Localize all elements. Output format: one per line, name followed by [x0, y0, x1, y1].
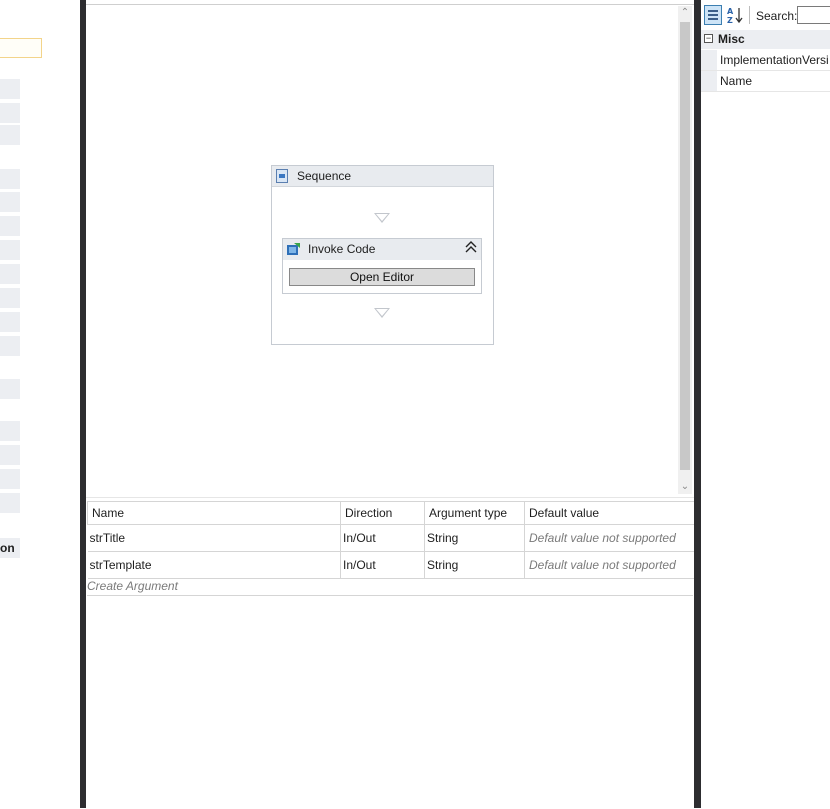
- open-editor-button[interactable]: Open Editor: [289, 268, 475, 286]
- invoke-code-icon: [286, 242, 301, 256]
- left-panel: on: [0, 0, 80, 808]
- sort-alphabetical-icon[interactable]: A Z: [726, 5, 744, 25]
- left-panel-row[interactable]: [0, 79, 20, 99]
- column-header-argument-type[interactable]: Argument type: [424, 501, 525, 525]
- argument-default-cell[interactable]: Default value not supported: [524, 551, 695, 579]
- left-panel-row[interactable]: [0, 125, 20, 145]
- argument-default-cell[interactable]: Default value not supported: [524, 524, 695, 552]
- arguments-table: Name Direction Argument type Default val…: [87, 501, 695, 579]
- invoke-code-title: Invoke Code: [308, 242, 376, 256]
- invoke-code-activity[interactable]: Invoke Code Open Editor: [282, 238, 482, 294]
- double-chevron-up-icon[interactable]: [465, 241, 477, 257]
- drop-target-arrow-icon[interactable]: [374, 213, 390, 223]
- svg-text:Z: Z: [727, 16, 733, 25]
- sequence-header[interactable]: Sequence: [272, 166, 493, 187]
- search-input[interactable]: [797, 6, 830, 24]
- arguments-panel: Name Direction Argument type Default val…: [86, 497, 695, 809]
- left-panel-row[interactable]: [0, 469, 20, 489]
- property-gutter: [701, 50, 717, 70]
- column-header-default-value[interactable]: Default value: [524, 501, 695, 525]
- argument-name-cell[interactable]: strTemplate: [87, 551, 341, 579]
- left-panel-row[interactable]: [0, 312, 20, 332]
- left-panel-section-label: on: [0, 538, 20, 558]
- table-row[interactable]: strTemplate In/Out String Default value …: [87, 551, 695, 579]
- sequence-title: Sequence: [297, 169, 352, 183]
- canvas-vertical-scrollbar[interactable]: ⌃ ⌄: [678, 6, 692, 494]
- properties-panel: A Z Search: − Misc ImplementationVersi N…: [701, 0, 830, 808]
- column-header-name[interactable]: Name: [87, 501, 341, 525]
- left-panel-row[interactable]: [0, 421, 20, 441]
- svg-text:A: A: [727, 7, 734, 16]
- property-name: ImplementationVersi: [720, 53, 829, 67]
- property-row-name[interactable]: Name: [701, 71, 830, 92]
- left-panel-row[interactable]: [0, 379, 20, 399]
- sequence-icon: [276, 169, 288, 183]
- property-row-implementation-version[interactable]: ImplementationVersi: [701, 50, 830, 71]
- workflow-designer: Sequence Invoke Code Open Editor ⌃ ⌄ Nam…: [86, 0, 695, 809]
- scroll-up-icon[interactable]: ⌃: [678, 6, 692, 20]
- left-panel-row[interactable]: [0, 240, 20, 260]
- left-panel-row[interactable]: [0, 264, 20, 284]
- left-panel-row[interactable]: [0, 445, 20, 465]
- collapse-icon[interactable]: −: [704, 34, 713, 43]
- create-argument-link[interactable]: Create Argument: [87, 578, 693, 596]
- left-panel-row[interactable]: [0, 192, 20, 212]
- left-panel-row[interactable]: [0, 288, 20, 308]
- column-header-direction[interactable]: Direction: [340, 501, 425, 525]
- category-misc[interactable]: − Misc: [701, 30, 830, 49]
- left-panel-row[interactable]: [0, 336, 20, 356]
- canvas-top-edge: [86, 0, 694, 5]
- invoke-code-header[interactable]: Invoke Code: [283, 239, 481, 260]
- left-panel-row[interactable]: [0, 493, 20, 513]
- left-panel-row[interactable]: [0, 103, 20, 123]
- argument-direction-cell[interactable]: In/Out: [340, 551, 425, 579]
- table-header-row: Name Direction Argument type Default val…: [87, 501, 695, 525]
- categorized-view-icon[interactable]: [704, 5, 722, 25]
- drop-target-arrow-icon[interactable]: [374, 308, 390, 318]
- property-gutter: [701, 71, 717, 91]
- left-panel-row[interactable]: [0, 216, 20, 236]
- argument-type-cell[interactable]: String: [424, 524, 525, 552]
- properties-toolbar: A Z Search:: [701, 0, 830, 30]
- argument-direction-cell[interactable]: In/Out: [340, 524, 425, 552]
- argument-name-cell[interactable]: strTitle: [87, 524, 341, 552]
- search-label: Search:: [756, 9, 798, 23]
- panel-divider: [694, 0, 701, 808]
- sequence-activity[interactable]: Sequence Invoke Code Open Editor: [271, 165, 494, 345]
- left-panel-input[interactable]: [0, 38, 42, 58]
- property-name: Name: [720, 74, 753, 88]
- scrollbar-thumb[interactable]: [680, 22, 690, 470]
- toolbar-separator: [749, 6, 750, 24]
- category-label: Misc: [718, 32, 745, 46]
- left-panel-row[interactable]: [0, 169, 20, 189]
- table-row[interactable]: strTitle In/Out String Default value not…: [87, 524, 695, 552]
- scroll-down-icon[interactable]: ⌄: [678, 480, 692, 494]
- argument-type-cell[interactable]: String: [424, 551, 525, 579]
